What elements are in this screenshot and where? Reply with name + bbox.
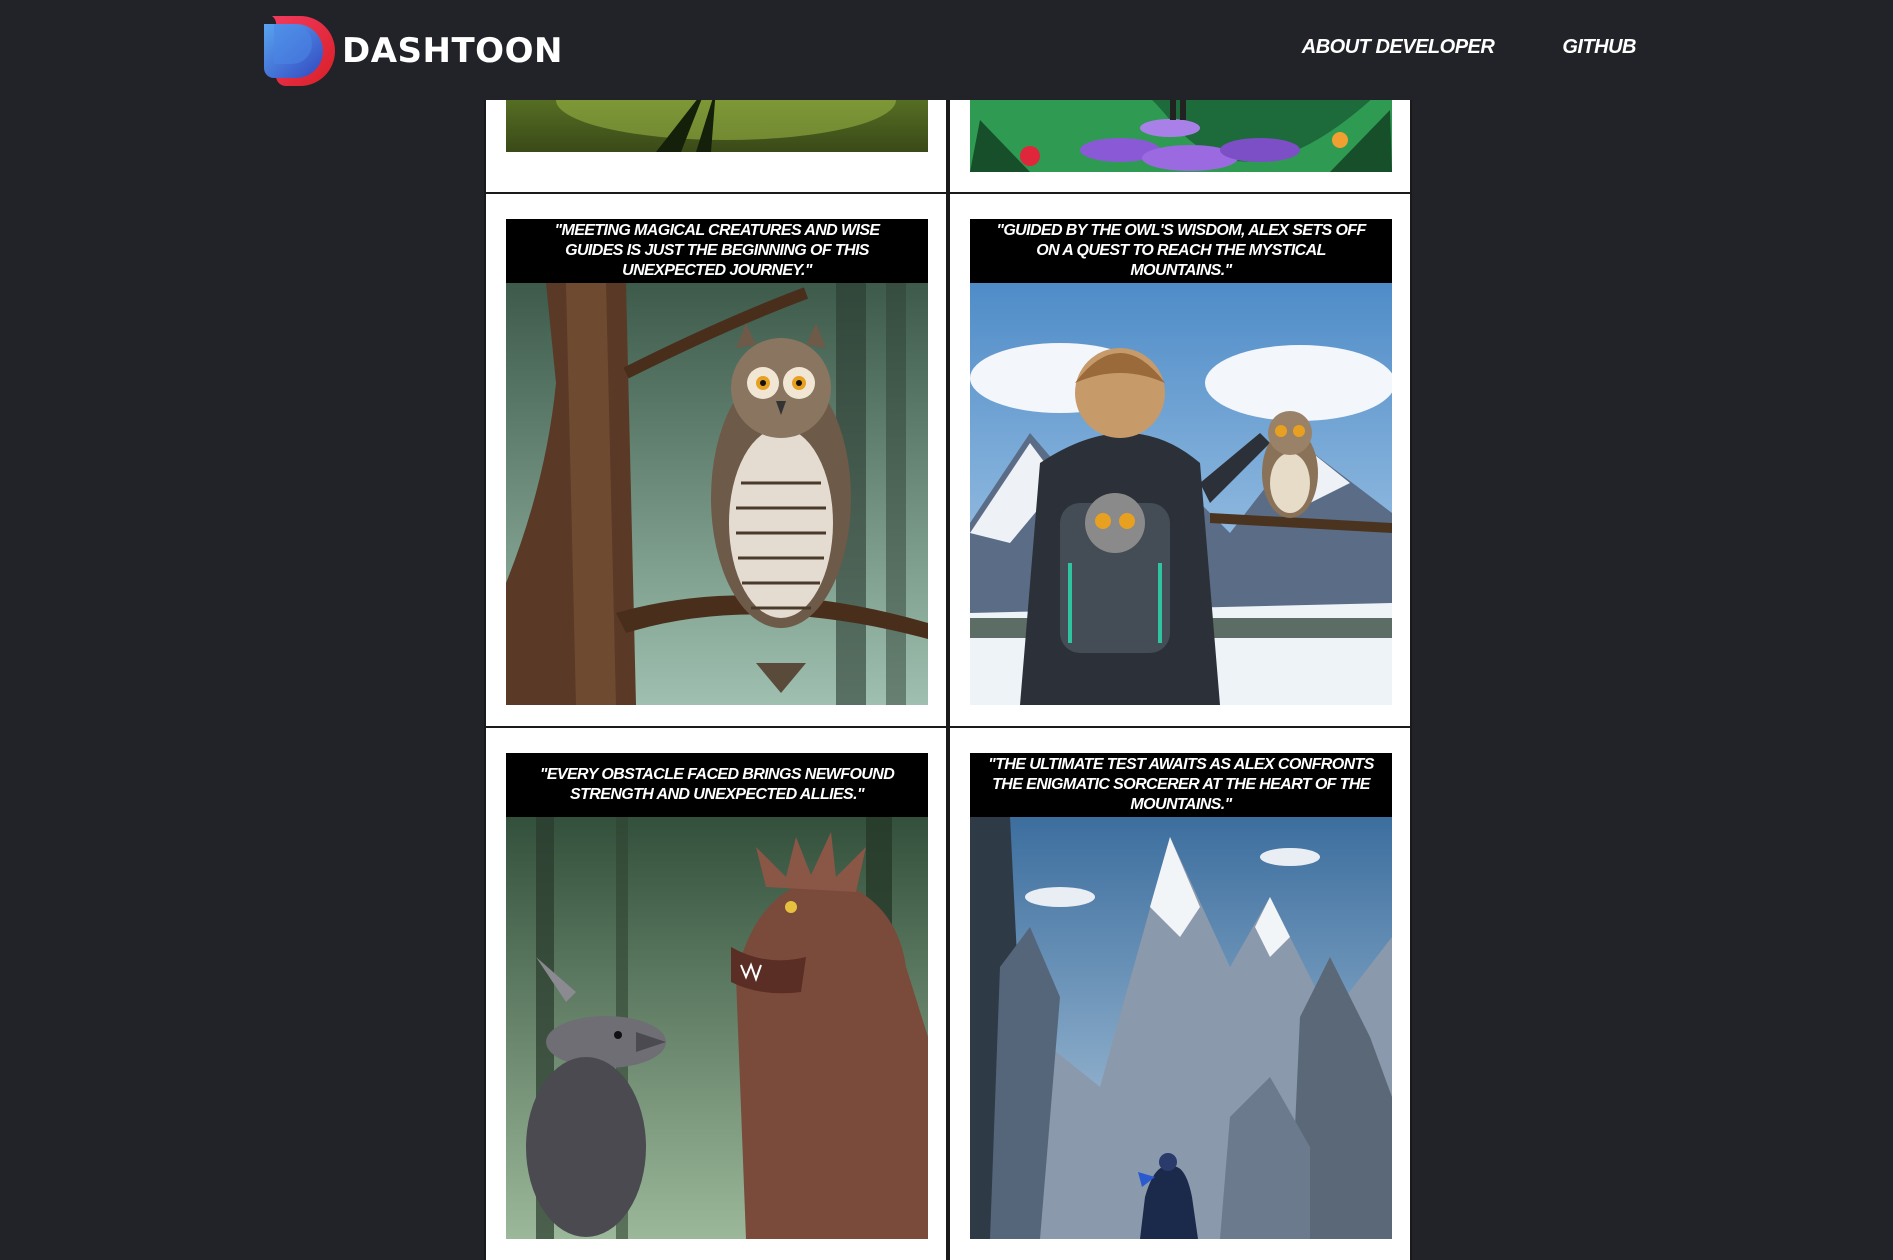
panel-image (970, 283, 1392, 705)
top-nav: About Developer GitHub (1302, 36, 1637, 59)
comic-cell: "The ultimate test awaits as Alex confro… (948, 726, 1412, 1260)
comic-panel[interactable]: "Meeting magical creatures and wise guid… (506, 219, 928, 705)
dashtoon-logo-icon (264, 16, 335, 86)
panel-image (970, 817, 1392, 1239)
panel-image (506, 283, 928, 705)
panel-image (506, 817, 928, 1239)
site-header: DASHTOON About Developer GitHub (0, 0, 1893, 100)
comic-cell: "Every obstacle faced brings newfound st… (484, 726, 948, 1260)
panel-caption: "Every obstacle faced brings newfound st… (506, 753, 928, 817)
brand-name: DASHTOON (342, 31, 563, 71)
comic-panel[interactable]: "Every obstacle faced brings newfound st… (506, 753, 928, 1239)
panel-caption: "Meeting magical creatures and wise guid… (506, 219, 928, 283)
comic-grid: "Meeting magical creatures and wise guid… (484, 0, 1412, 1260)
brand-logo[interactable]: DASHTOON (262, 14, 563, 88)
panel-caption: "The ultimate test awaits as Alex confro… (970, 753, 1392, 817)
comic-panel[interactable]: "Guided by the owl's wisdom, Alex sets o… (970, 219, 1392, 705)
comic-cell: "Meeting magical creatures and wise guid… (484, 192, 948, 728)
panel-caption: "Guided by the owl's wisdom, Alex sets o… (970, 219, 1392, 283)
comic-cell: "Guided by the owl's wisdom, Alex sets o… (948, 192, 1412, 728)
comic-panel[interactable]: "The ultimate test awaits as Alex confro… (970, 753, 1392, 1239)
nav-about-developer[interactable]: About Developer (1302, 36, 1495, 59)
nav-github[interactable]: GitHub (1562, 36, 1636, 59)
